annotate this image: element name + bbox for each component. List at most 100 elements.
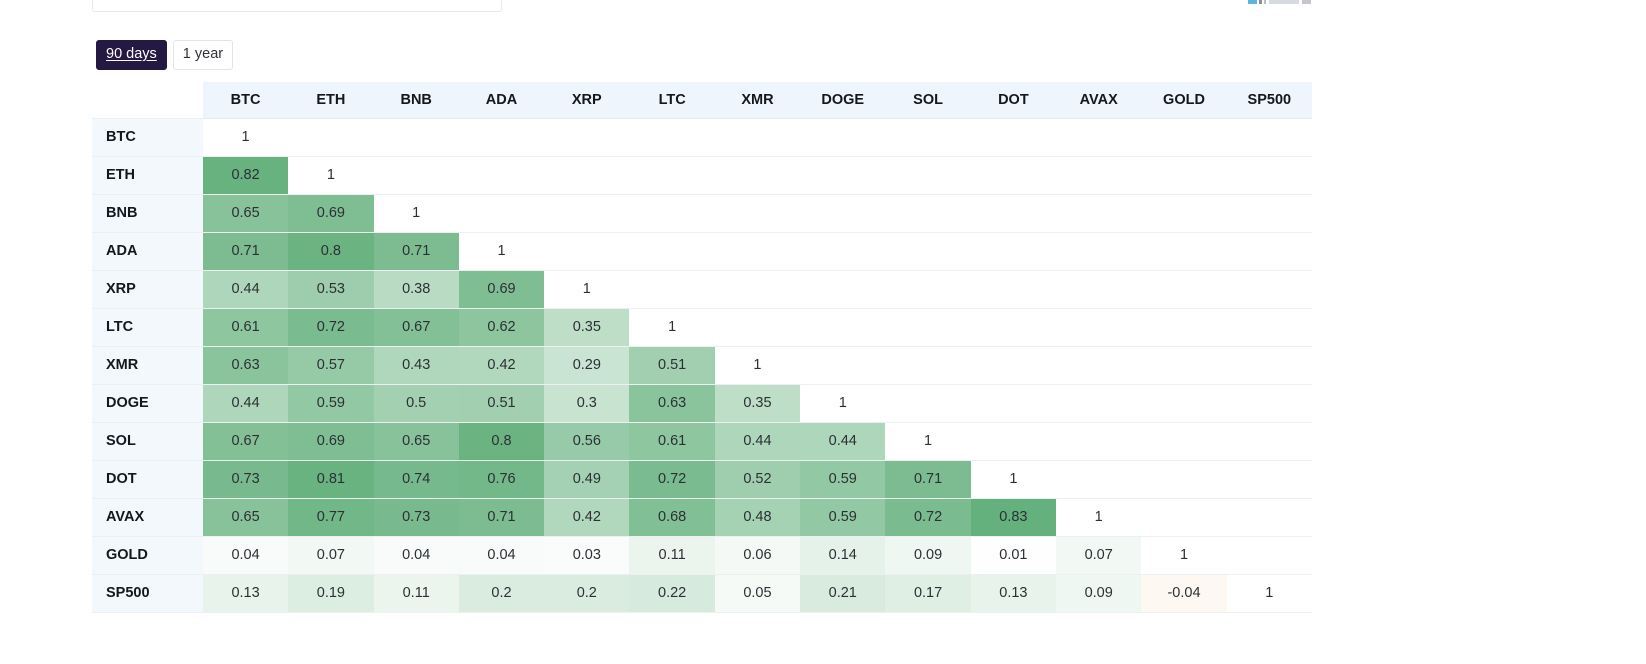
matrix-cell-diagonal-avax[interactable]: 1 <box>1056 498 1142 537</box>
matrix-cell-gold-sol[interactable]: 0.09 <box>885 536 971 575</box>
matrix-cell-avax-ada[interactable]: 0.71 <box>458 498 545 537</box>
matrix-cell-xmr-ltc[interactable]: 0.51 <box>629 346 715 385</box>
matrix-cell-avax-xrp[interactable]: 0.42 <box>544 498 630 537</box>
row-header-ada[interactable]: ADA <box>92 232 203 271</box>
matrix-cell-avax-btc[interactable]: 0.65 <box>202 498 289 537</box>
row-header-dot[interactable]: DOT <box>92 460 203 499</box>
matrix-cell-doge-xmr[interactable]: 0.35 <box>714 384 801 423</box>
matrix-cell-sol-ada[interactable]: 0.8 <box>458 422 545 461</box>
matrix-cell-gold-avax[interactable]: 0.07 <box>1056 536 1142 575</box>
matrix-cell-sol-btc[interactable]: 0.67 <box>202 422 289 461</box>
matrix-cell-doge-eth[interactable]: 0.59 <box>288 384 374 423</box>
row-header-sp500[interactable]: SP500 <box>92 574 203 613</box>
matrix-cell-sp500-gold[interactable]: -0.04 <box>1141 574 1227 613</box>
matrix-cell-diagonal-dot[interactable]: 1 <box>970 460 1057 499</box>
matrix-cell-avax-xmr[interactable]: 0.48 <box>714 498 801 537</box>
matrix-cell-diagonal-sol[interactable]: 1 <box>885 422 971 461</box>
row-header-doge[interactable]: DOGE <box>92 384 203 423</box>
matrix-cell-dot-eth[interactable]: 0.81 <box>288 460 374 499</box>
matrix-cell-ada-eth[interactable]: 0.8 <box>288 232 374 271</box>
matrix-cell-xrp-eth[interactable]: 0.53 <box>288 270 374 309</box>
matrix-cell-doge-btc[interactable]: 0.44 <box>202 384 289 423</box>
matrix-cell-sp500-ltc[interactable]: 0.22 <box>629 574 715 613</box>
column-header-doge[interactable]: DOGE <box>800 82 886 119</box>
matrix-cell-sol-bnb[interactable]: 0.65 <box>373 422 459 461</box>
matrix-cell-xmr-xrp[interactable]: 0.29 <box>544 346 630 385</box>
matrix-cell-bnb-eth[interactable]: 0.69 <box>288 194 374 233</box>
matrix-cell-xrp-bnb[interactable]: 0.38 <box>373 270 459 309</box>
matrix-cell-gold-doge[interactable]: 0.14 <box>800 536 886 575</box>
matrix-cell-eth-btc[interactable]: 0.82 <box>202 156 289 195</box>
matrix-cell-dot-ltc[interactable]: 0.72 <box>629 460 715 499</box>
matrix-cell-ltc-btc[interactable]: 0.61 <box>202 308 289 347</box>
row-header-sol[interactable]: SOL <box>92 422 203 461</box>
matrix-cell-ada-btc[interactable]: 0.71 <box>202 232 289 271</box>
matrix-cell-xrp-ada[interactable]: 0.69 <box>458 270 545 309</box>
matrix-cell-bnb-btc[interactable]: 0.65 <box>202 194 289 233</box>
matrix-cell-xmr-ada[interactable]: 0.42 <box>458 346 545 385</box>
matrix-cell-gold-dot[interactable]: 0.01 <box>970 536 1057 575</box>
matrix-cell-xmr-btc[interactable]: 0.63 <box>202 346 289 385</box>
matrix-cell-sp500-xrp[interactable]: 0.2 <box>544 574 630 613</box>
matrix-cell-doge-xrp[interactable]: 0.3 <box>544 384 630 423</box>
matrix-cell-gold-eth[interactable]: 0.07 <box>288 536 374 575</box>
column-header-xmr[interactable]: XMR <box>714 82 801 119</box>
matrix-cell-gold-bnb[interactable]: 0.04 <box>373 536 459 575</box>
column-header-avax[interactable]: AVAX <box>1056 82 1142 119</box>
matrix-cell-avax-bnb[interactable]: 0.73 <box>373 498 459 537</box>
matrix-cell-avax-doge[interactable]: 0.59 <box>800 498 886 537</box>
row-header-bnb[interactable]: BNB <box>92 194 203 233</box>
matrix-cell-avax-sol[interactable]: 0.72 <box>885 498 971 537</box>
matrix-cell-ltc-xrp[interactable]: 0.35 <box>544 308 630 347</box>
matrix-cell-diagonal-gold[interactable]: 1 <box>1141 536 1227 575</box>
matrix-cell-diagonal-sp500[interactable]: 1 <box>1226 574 1312 613</box>
matrix-cell-ada-bnb[interactable]: 0.71 <box>373 232 459 271</box>
matrix-cell-sol-xmr[interactable]: 0.44 <box>714 422 801 461</box>
matrix-cell-sol-xrp[interactable]: 0.56 <box>544 422 630 461</box>
matrix-cell-diagonal-xrp[interactable]: 1 <box>544 270 630 309</box>
column-header-ltc[interactable]: LTC <box>629 82 715 119</box>
matrix-cell-sp500-xmr[interactable]: 0.05 <box>714 574 801 613</box>
matrix-cell-avax-eth[interactable]: 0.77 <box>288 498 374 537</box>
matrix-cell-avax-ltc[interactable]: 0.68 <box>629 498 715 537</box>
matrix-cell-dot-btc[interactable]: 0.73 <box>202 460 289 499</box>
column-header-gold[interactable]: GOLD <box>1141 82 1227 119</box>
column-header-dot[interactable]: DOT <box>970 82 1057 119</box>
matrix-cell-dot-ada[interactable]: 0.76 <box>458 460 545 499</box>
matrix-cell-diagonal-btc[interactable]: 1 <box>202 118 289 157</box>
column-header-eth[interactable]: ETH <box>288 82 374 119</box>
matrix-cell-dot-xrp[interactable]: 0.49 <box>544 460 630 499</box>
matrix-cell-sp500-doge[interactable]: 0.21 <box>800 574 886 613</box>
matrix-cell-dot-xmr[interactable]: 0.52 <box>714 460 801 499</box>
matrix-cell-diagonal-ada[interactable]: 1 <box>458 232 545 271</box>
column-header-ada[interactable]: ADA <box>458 82 545 119</box>
matrix-cell-sol-eth[interactable]: 0.69 <box>288 422 374 461</box>
matrix-cell-gold-ada[interactable]: 0.04 <box>458 536 545 575</box>
row-header-btc[interactable]: BTC <box>92 118 203 157</box>
matrix-cell-diagonal-bnb[interactable]: 1 <box>373 194 459 233</box>
row-header-ltc[interactable]: LTC <box>92 308 203 347</box>
range-button-1-year[interactable]: 1 year <box>172 40 234 70</box>
column-header-xrp[interactable]: XRP <box>544 82 630 119</box>
column-header-bnb[interactable]: BNB <box>373 82 459 119</box>
column-header-sol[interactable]: SOL <box>885 82 971 119</box>
matrix-cell-sp500-sol[interactable]: 0.17 <box>885 574 971 613</box>
matrix-cell-gold-ltc[interactable]: 0.11 <box>629 536 715 575</box>
matrix-cell-sp500-bnb[interactable]: 0.11 <box>373 574 459 613</box>
range-button-90-days[interactable]: 90 days <box>96 40 167 70</box>
matrix-cell-doge-ltc[interactable]: 0.63 <box>629 384 715 423</box>
matrix-cell-ltc-bnb[interactable]: 0.67 <box>373 308 459 347</box>
column-header-btc[interactable]: BTC <box>202 82 289 119</box>
matrix-cell-sol-doge[interactable]: 0.44 <box>800 422 886 461</box>
matrix-cell-dot-doge[interactable]: 0.59 <box>800 460 886 499</box>
matrix-cell-gold-xmr[interactable]: 0.06 <box>714 536 801 575</box>
column-header-sp500[interactable]: SP500 <box>1226 82 1312 119</box>
matrix-cell-sol-ltc[interactable]: 0.61 <box>629 422 715 461</box>
matrix-cell-gold-btc[interactable]: 0.04 <box>202 536 289 575</box>
matrix-cell-diagonal-ltc[interactable]: 1 <box>629 308 715 347</box>
matrix-cell-sp500-eth[interactable]: 0.19 <box>288 574 374 613</box>
row-header-xmr[interactable]: XMR <box>92 346 203 385</box>
matrix-cell-xmr-eth[interactable]: 0.57 <box>288 346 374 385</box>
matrix-cell-sp500-avax[interactable]: 0.09 <box>1056 574 1142 613</box>
row-header-avax[interactable]: AVAX <box>92 498 203 537</box>
